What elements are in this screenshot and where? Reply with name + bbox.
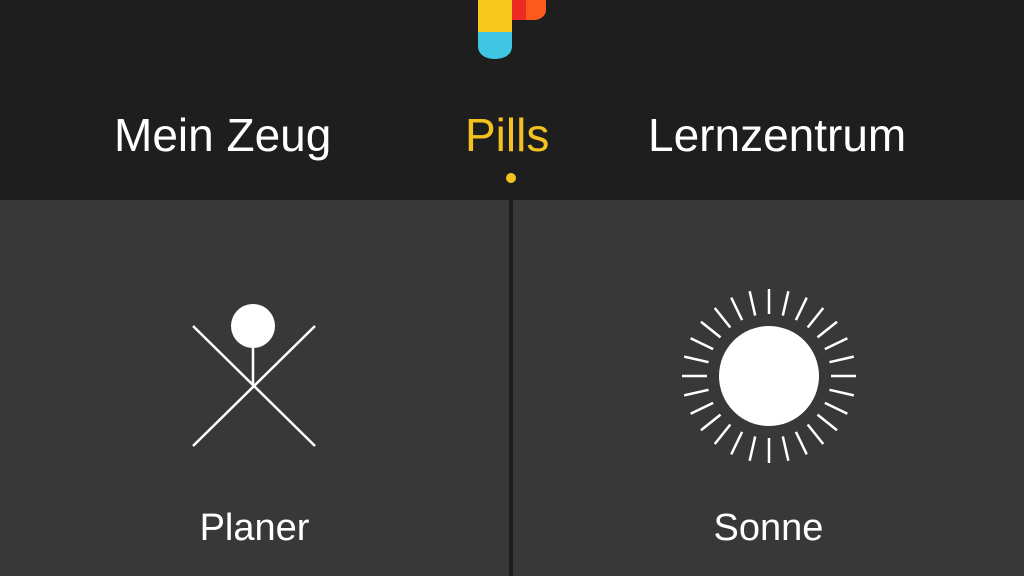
tile-planer-label: Planer	[199, 507, 310, 549]
sun-ray	[683, 388, 709, 397]
sun-ray	[828, 355, 854, 364]
tile-sonne-label: Sonne	[713, 507, 824, 549]
tab-lernzentrum[interactable]: Lernzentrum	[648, 100, 906, 170]
sun-ray	[823, 337, 848, 351]
sun-ray	[699, 413, 721, 432]
app-screen: Mein Zeug Pills Lernzentrum Planer Sonne	[0, 0, 1024, 576]
tab-mein-zeug[interactable]: Mein Zeug	[114, 100, 331, 170]
sun-ray	[806, 423, 824, 445]
top-header: Mein Zeug Pills Lernzentrum	[0, 0, 1024, 200]
sun-ray	[683, 355, 709, 364]
sun-ray	[713, 423, 731, 445]
active-tab-indicator	[506, 173, 516, 183]
sun-ray	[713, 307, 731, 329]
sun-ray	[823, 401, 848, 415]
sun-ray	[689, 337, 714, 351]
app-logo-icon	[478, 0, 546, 59]
sun-ray	[806, 307, 824, 329]
sun-ray	[816, 320, 838, 339]
tile-sonne[interactable]: Sonne	[513, 200, 1024, 576]
sun-ray	[828, 388, 854, 397]
planer-figure-icon	[191, 304, 316, 447]
pills-grid: Planer Sonne	[0, 200, 1024, 576]
sun-ray	[794, 297, 808, 321]
sun-ray	[747, 290, 756, 316]
sun-ray	[689, 401, 714, 415]
sun-icon	[681, 289, 856, 463]
sun-ray	[781, 436, 790, 462]
sun-ray	[816, 413, 838, 432]
sun-ray	[747, 436, 756, 462]
tile-planer[interactable]: Planer	[0, 200, 509, 576]
sun-ray	[794, 431, 808, 455]
sun-ray	[781, 290, 790, 316]
sun-ray	[729, 297, 743, 321]
tab-pills[interactable]: Pills	[465, 100, 549, 170]
main-tabs: Mein Zeug Pills Lernzentrum	[0, 100, 1024, 170]
sun-ray	[699, 320, 721, 339]
sun-ray	[729, 431, 743, 455]
